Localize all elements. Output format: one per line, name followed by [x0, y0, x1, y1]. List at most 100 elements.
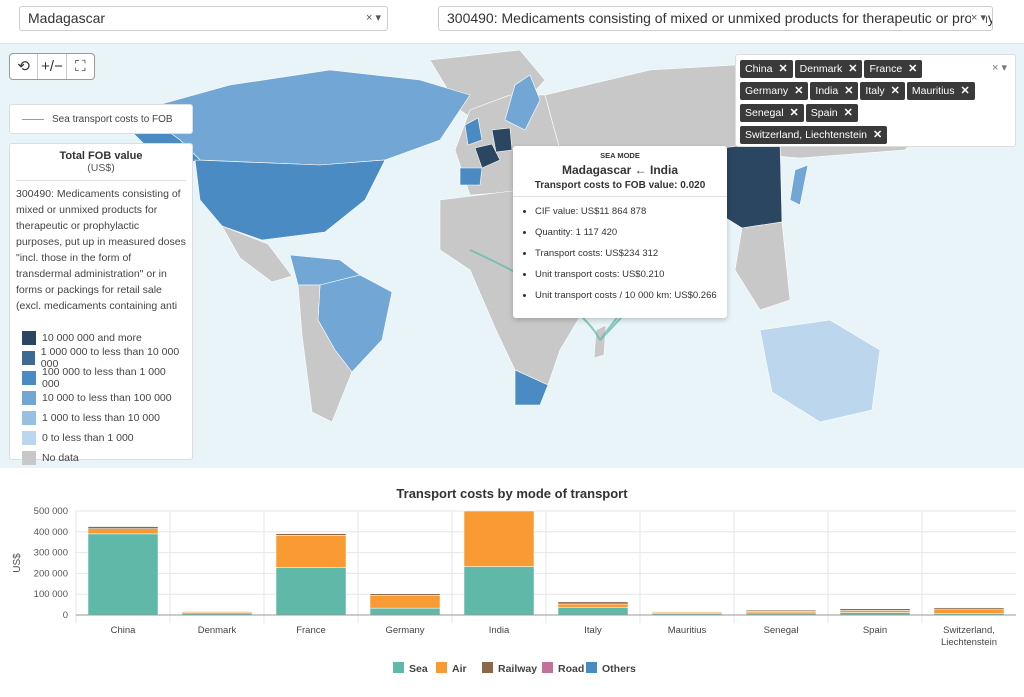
- spain: [459, 167, 483, 186]
- legend-road[interactable]: Road: [542, 662, 584, 675]
- tag-label: Spain: [810, 107, 838, 119]
- legend-label: Air: [452, 663, 467, 675]
- legend-label: Sea: [409, 663, 428, 675]
- chart-title: Transport costs by mode of transport: [396, 486, 628, 501]
- tag-label: France: [869, 63, 903, 75]
- zoom-in-out-button[interactable]: +/−: [38, 54, 67, 79]
- bar-air[interactable]: [369, 594, 441, 609]
- legend-item: 0 to less than 1 000: [16, 428, 186, 448]
- x-tick-label: Italy: [584, 625, 602, 636]
- legend-unit: (US$): [16, 162, 186, 181]
- y-tick-label: 400 000: [34, 527, 68, 538]
- tag-label: Senegal: [745, 107, 784, 119]
- remove-tag-icon[interactable]: ✕: [848, 63, 857, 75]
- bar-railway[interactable]: [275, 533, 347, 536]
- tag-label: China: [745, 63, 773, 75]
- x-tick-label: Germany: [385, 625, 424, 636]
- bar-air[interactable]: [275, 535, 347, 568]
- bar-air[interactable]: [933, 609, 1005, 614]
- y-axis-label: US$: [12, 553, 23, 573]
- product-select[interactable]: 300490: Medicaments consisting of mixed …: [438, 6, 993, 31]
- sea-legend-label: Sea transport costs to FOB: [52, 114, 173, 125]
- x-tick-label: Switzerland, Liechtenstein: [941, 625, 997, 648]
- tag-label: India: [815, 85, 839, 97]
- bar-sea[interactable]: [463, 566, 535, 616]
- y-tick-label: 200 000: [34, 568, 68, 579]
- legend-swatch: [22, 411, 36, 425]
- remove-tag-icon[interactable]: ✕: [778, 63, 787, 75]
- legend-swatch: [436, 662, 447, 673]
- remove-tag-icon[interactable]: ✕: [844, 85, 853, 97]
- reset-view-icon[interactable]: ⟲: [10, 54, 39, 79]
- japan: [789, 164, 809, 206]
- fullscreen-icon[interactable]: ⛶: [67, 54, 94, 79]
- legend-railway[interactable]: Railway: [482, 662, 537, 675]
- tooltip-title: Madagascar ← India: [561, 163, 679, 177]
- chevron-down-icon[interactable]: ▾: [980, 12, 986, 24]
- clear-all-icon[interactable]: × ▾: [992, 61, 1007, 74]
- legend-air[interactable]: Air: [436, 662, 467, 675]
- legend-swatch: [22, 331, 36, 345]
- legend-item: 100 000 to less than 1 000 000: [16, 366, 186, 390]
- bar-railway[interactable]: [933, 607, 1005, 610]
- remove-tag-icon[interactable]: ✕: [961, 85, 970, 97]
- remove-tag-icon[interactable]: ✕: [873, 129, 882, 141]
- partner-tag: Denmark ✕: [794, 60, 863, 78]
- remove-tag-icon[interactable]: ✕: [790, 107, 799, 119]
- bar-air[interactable]: [463, 510, 535, 567]
- legend-others[interactable]: Others: [586, 662, 636, 675]
- partner-tag: China ✕: [740, 60, 793, 78]
- remove-tag-icon[interactable]: ✕: [908, 63, 917, 75]
- remove-tag-icon[interactable]: ✕: [891, 85, 900, 97]
- bar-air[interactable]: [557, 603, 629, 608]
- tooltip-item: CIF value: US$11 864 878: [535, 201, 727, 222]
- partner-tag: Mauritius ✕: [906, 82, 975, 100]
- clear-icon[interactable]: ×: [971, 12, 977, 24]
- clear-icon[interactable]: ×: [366, 12, 372, 24]
- partner-tag: Switzerland, Liechtenstein ✕: [740, 126, 888, 144]
- x-tick-label: Spain: [863, 625, 887, 636]
- tag-label: Italy: [865, 85, 885, 97]
- bar-railway[interactable]: [557, 601, 629, 605]
- x-tick-label: France: [296, 625, 326, 636]
- bar-railway[interactable]: [745, 609, 817, 612]
- legend-swatch: [482, 662, 493, 673]
- tooltip-item: Transport costs: US$234 312: [535, 243, 727, 264]
- x-tick-label: Denmark: [198, 625, 237, 636]
- bar-railway[interactable]: [369, 593, 441, 596]
- legend-sea[interactable]: Sea: [393, 662, 428, 675]
- bar-sea[interactable]: [557, 607, 629, 616]
- legend-item: 1 000 000 to less than 10 000 000: [16, 346, 186, 370]
- x-tick-label: China: [111, 625, 137, 636]
- bar-air[interactable]: [839, 610, 911, 613]
- tooltip-mode: SEA MODE: [600, 151, 640, 160]
- tag-label: Mauritius: [911, 85, 955, 97]
- bar-railway[interactable]: [87, 526, 159, 529]
- tooltip-item: Unit transport costs: US$0.210: [535, 264, 727, 285]
- chart-svg: Transport costs by mode of transport US$ 0…: [12, 486, 1016, 675]
- legend-label: Others: [602, 663, 636, 675]
- partner-tag: Senegal ✕: [740, 104, 804, 122]
- legend-swatch: [542, 662, 553, 673]
- partner-tag: Spain ✕: [805, 104, 858, 122]
- legend-label: Railway: [498, 663, 537, 675]
- bar-sea[interactable]: [369, 607, 441, 616]
- bar-sea[interactable]: [275, 567, 347, 616]
- bar-sea[interactable]: [87, 533, 159, 616]
- chevron-down-icon[interactable]: ▾: [375, 12, 381, 24]
- transport-cost-chart: Transport costs by mode of transport US$ 0…: [0, 468, 1024, 692]
- partner-multiselect[interactable]: × ▾ China ✕ Denmark ✕ France ✕ Germany ✕ India ✕ I…: [735, 54, 1016, 147]
- y-tick-label: 0: [63, 610, 68, 621]
- bar-railway[interactable]: [839, 608, 911, 611]
- tooltip-item: Unit transport costs / 10 000 km: US$0.2…: [535, 285, 727, 306]
- bar-railway[interactable]: [181, 611, 253, 613]
- reporter-select[interactable]: Madagascar × ▾: [19, 6, 388, 31]
- southeast-asia: [734, 221, 791, 311]
- remove-tag-icon[interactable]: ✕: [794, 85, 803, 97]
- tag-label: Denmark: [799, 63, 843, 75]
- x-tick-label: India: [489, 625, 510, 636]
- bar-air[interactable]: [87, 528, 159, 535]
- bar-railway[interactable]: [651, 611, 723, 613]
- x-tick-label: Senegal: [764, 625, 799, 636]
- remove-tag-icon[interactable]: ✕: [844, 107, 853, 119]
